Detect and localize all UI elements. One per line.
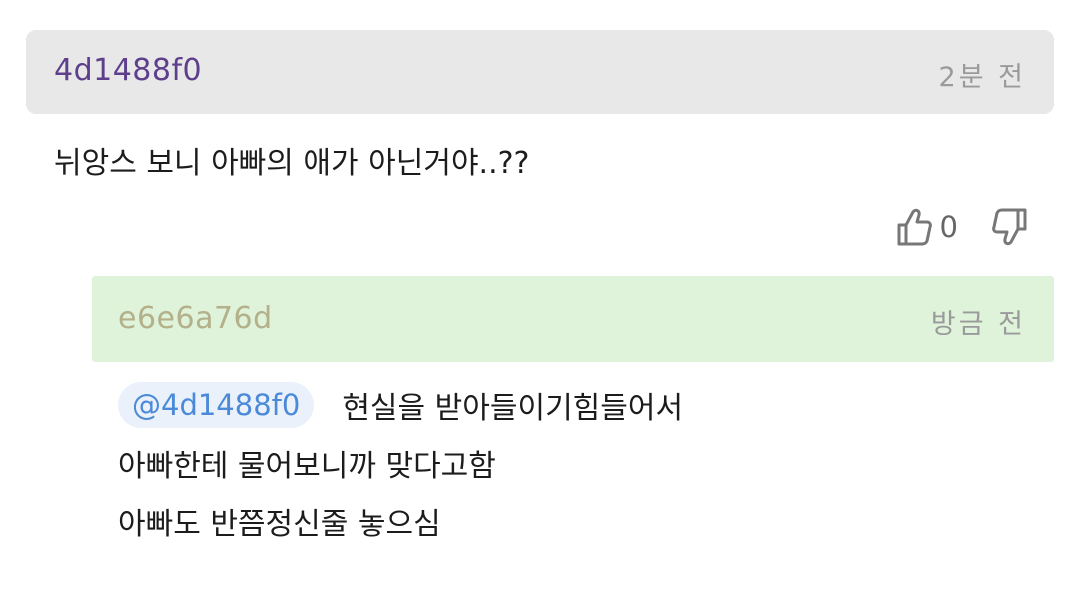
reply-line: 아빠도 반쯤정신줄 놓으심 [118, 492, 1018, 550]
dislike-button[interactable] [992, 207, 1028, 247]
comment-author[interactable]: 4d1488f0 [54, 53, 202, 88]
reply-line: @4d1488f0 현실을 받아들이기힘들어서 [118, 376, 1018, 434]
thumbs-down-icon [992, 208, 1027, 246]
comment-text: 뉘앙스 보니 아빠의 애가 아닌거야..?? [54, 146, 530, 181]
vote-bar: 0 [896, 204, 1028, 250]
like-count: 0 [939, 210, 958, 244]
reply-text: @4d1488f0 현실을 받아들이기힘들어서 아빠한테 물어보니까 맞다고함 … [118, 376, 1018, 550]
reply-line-text: 아빠한테 물어보니까 맞다고함 [118, 449, 496, 484]
reply-timestamp: 방금 전 [930, 309, 1026, 340]
reply-author[interactable]: e6e6a76d [118, 301, 273, 336]
reply-line-text: 아빠도 반쯤정신줄 놓으심 [118, 507, 441, 542]
reply-line: 아빠한테 물어보니까 맞다고함 [118, 434, 1018, 492]
reply-line-text: 현실을 받아들이기힘들어서 [342, 391, 684, 426]
thumbs-up-icon [897, 208, 932, 246]
like-button[interactable] [896, 207, 932, 247]
mention-chip[interactable]: @4d1488f0 [118, 382, 315, 428]
comment-timestamp: 2분 전 [938, 62, 1026, 93]
comment-header: 4d1488f0 2분 전 [26, 30, 1054, 114]
reply-header: e6e6a76d 방금 전 [92, 276, 1054, 362]
